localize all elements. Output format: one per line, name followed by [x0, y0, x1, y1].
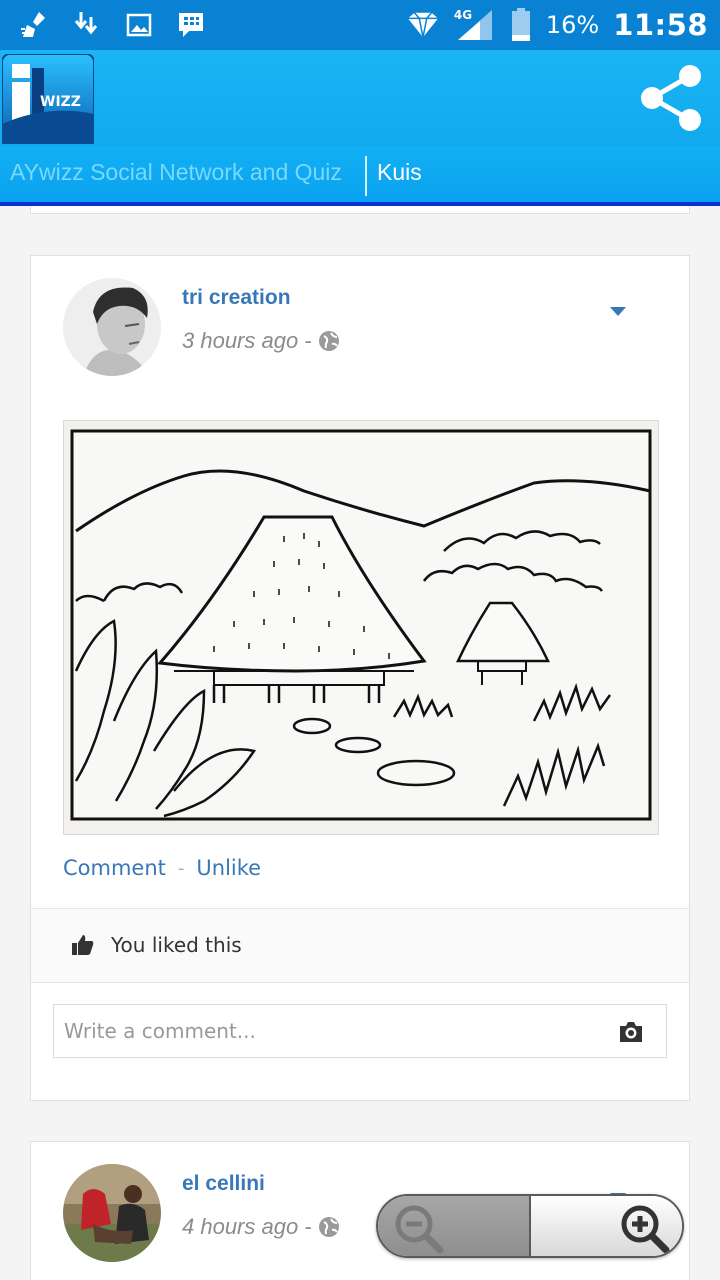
previous-card-edge — [30, 206, 690, 214]
share-button[interactable] — [638, 64, 706, 132]
tab-divider — [365, 156, 367, 196]
battery-percent: 16% — [545, 11, 600, 39]
app-logo[interactable]: WIZZ — [1, 53, 95, 145]
clock: 11:58 — [613, 8, 708, 42]
post-time[interactable]: 3 hours ago — [182, 328, 298, 354]
comment-input[interactable]: Write a comment... — [53, 1004, 667, 1058]
actions-separator: - — [177, 857, 185, 879]
image-icon — [122, 8, 156, 42]
post-author[interactable]: el cellini — [182, 1172, 265, 1196]
download-icon — [70, 8, 104, 42]
zoom-out-icon — [395, 1205, 444, 1254]
thumbs-up-icon — [72, 935, 94, 955]
globe-icon — [318, 331, 339, 351]
app-header: WIZZ — [0, 50, 720, 146]
post-time[interactable]: 4 hours ago — [182, 1214, 298, 1240]
share-icon — [641, 65, 701, 131]
logo-text: WIZZ — [40, 94, 81, 110]
zoom-out-button[interactable] — [378, 1196, 531, 1256]
post-meta: 3 hours ago - — [182, 328, 340, 354]
bbm-icon — [174, 8, 208, 42]
post-actions: Comment - Unlike — [63, 856, 261, 880]
tab-kuis[interactable]: Kuis — [377, 159, 422, 186]
zoom-control — [376, 1194, 684, 1258]
avatar[interactable] — [63, 1164, 161, 1262]
post-meta: 4 hours ago - — [182, 1214, 340, 1240]
comment-placeholder: Write a comment... — [64, 1019, 256, 1043]
status-bar: 4G 16% 11:58 — [0, 0, 720, 50]
avatar[interactable] — [63, 278, 161, 376]
likes-section: You liked this — [31, 908, 689, 983]
battery-icon — [510, 8, 532, 42]
vpn-diamond-icon — [406, 8, 440, 42]
globe-icon — [318, 1217, 339, 1237]
tab-social-network[interactable]: AYwizz Social Network and Quiz — [10, 159, 342, 186]
post-options-caret[interactable] — [610, 307, 626, 316]
unlike-link[interactable]: Unlike — [196, 856, 261, 880]
post-card: tri creation 3 hours ago - Comment - Unl… — [30, 255, 690, 1101]
zoom-in-icon — [621, 1205, 670, 1254]
likes-text: You liked this — [111, 933, 242, 957]
zoom-in-button[interactable] — [531, 1196, 682, 1256]
post-author[interactable]: tri creation — [182, 286, 291, 310]
cleaner-icon — [18, 8, 52, 42]
network-type-label: 4G — [453, 8, 473, 22]
post-image[interactable] — [63, 420, 659, 835]
meta-separator: - — [304, 1214, 312, 1239]
meta-separator: - — [304, 328, 312, 353]
comment-link[interactable]: Comment — [63, 856, 166, 880]
tabs-bar: AYwizz Social Network and Quiz Kuis — [0, 146, 720, 206]
signal-icon: 4G — [454, 8, 496, 42]
camera-icon[interactable] — [618, 1020, 644, 1044]
